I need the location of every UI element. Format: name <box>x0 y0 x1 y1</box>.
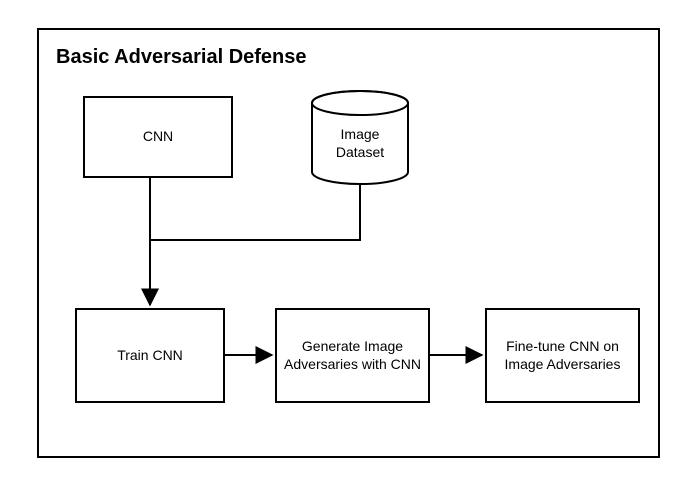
node-dataset-label2: Dataset <box>336 144 384 160</box>
node-finetune-label: Fine-tune CNN on Image Adversaries <box>493 338 632 373</box>
diagram-title: Basic Adversarial Defense <box>56 46 307 69</box>
node-train: Train CNN <box>75 308 225 403</box>
diagram-canvas: Basic Adversarial Defense CNN Image Data… <box>0 0 700 502</box>
node-cnn-label: CNN <box>143 128 173 146</box>
node-generate-label: Generate Image Adversaries with CNN <box>283 338 422 373</box>
node-dataset: Image Dataset <box>310 90 410 185</box>
node-finetune: Fine-tune CNN on Image Adversaries <box>485 308 640 403</box>
node-train-label: Train CNN <box>117 347 183 365</box>
node-cnn: CNN <box>83 96 233 178</box>
node-dataset-label1: Image <box>341 126 380 142</box>
node-generate: Generate Image Adversaries with CNN <box>275 308 430 403</box>
